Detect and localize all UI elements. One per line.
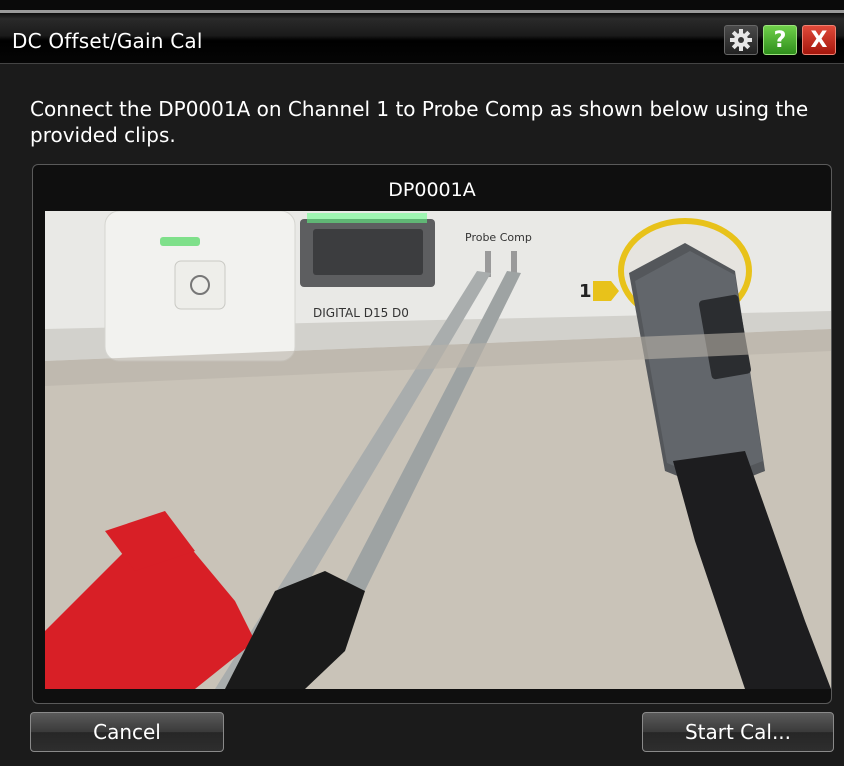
connection-photo: DIGITAL D15 D0 Probe Comp 1 <box>45 211 831 689</box>
instruction-text: Connect the DP0001A on Channel 1 to Prob… <box>30 97 809 147</box>
title-bar: DC Offset/Gain Cal ? X <box>0 10 844 64</box>
digital-port-label: DIGITAL D15 D0 <box>313 306 409 320</box>
gear-icon <box>730 29 752 51</box>
probe-comp-label: Probe Comp <box>465 231 532 244</box>
panel-title: DP0001A <box>388 179 476 201</box>
dc-offset-gain-cal-dialog: DC Offset/Gain Cal ? X Connect the DP000… <box>0 0 844 766</box>
close-button[interactable]: X <box>802 25 836 55</box>
cancel-button[interactable]: Cancel <box>30 712 224 752</box>
help-button[interactable]: ? <box>763 25 797 55</box>
start-cal-button[interactable]: Start Cal... <box>642 712 834 752</box>
help-icon: ? <box>773 27 787 53</box>
dialog-body: Connect the DP0001A on Channel 1 to Prob… <box>0 64 844 766</box>
channel-label: 1 <box>579 281 592 302</box>
window-title: DC Offset/Gain Cal <box>12 29 203 53</box>
settings-button[interactable] <box>724 25 758 55</box>
probe-panel: DP0001A DIGITAL D15 D0 Probe Comp 1 <box>32 164 832 704</box>
close-icon: X <box>810 27 828 53</box>
